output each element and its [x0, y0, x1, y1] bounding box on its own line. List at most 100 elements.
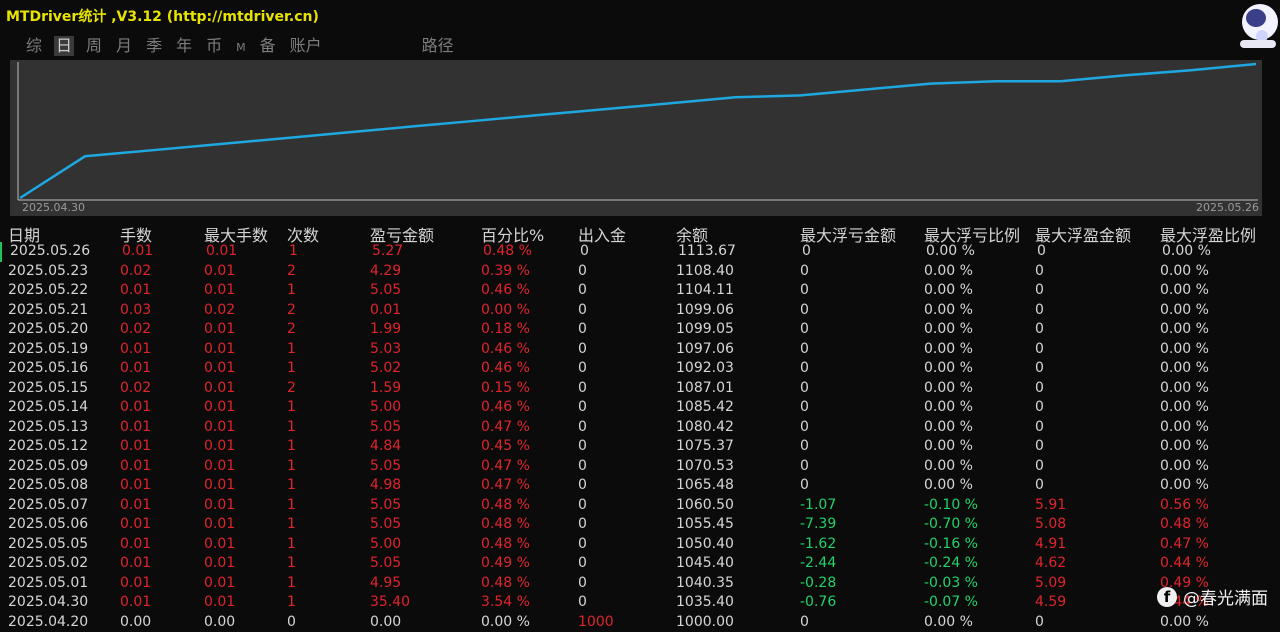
- table-row[interactable]: 2025.05.130.010.0115.050.47 %01080.4200.…: [0, 418, 1280, 438]
- table-cell: 5.05: [370, 516, 401, 532]
- table-cell: 1050.40: [676, 536, 734, 552]
- table-cell: 1099.06: [676, 302, 734, 318]
- table-cell: 2025.05.13: [8, 419, 88, 435]
- table-row[interactable]: 2025.05.190.010.0115.030.46 %01097.0600.…: [0, 340, 1280, 360]
- table-cell: 0.00 %: [924, 321, 973, 337]
- tab-4[interactable]: 季: [144, 36, 164, 56]
- table-cell: 0.01: [120, 282, 151, 298]
- table-row[interactable]: 2025.05.080.010.0114.980.47 %01065.4800.…: [0, 476, 1280, 496]
- table-cell: 2025.05.21: [8, 302, 88, 318]
- table-cell: 0.18 %: [481, 321, 530, 337]
- tab-6[interactable]: 币: [204, 36, 224, 56]
- table-cell: 0: [578, 360, 587, 376]
- tab-5[interactable]: 年: [174, 36, 194, 56]
- table-cell: 0.00 %: [926, 243, 975, 259]
- table-cell: 1080.42: [676, 419, 734, 435]
- table-cell: 2025.05.16: [8, 360, 88, 376]
- table-cell: 0: [578, 380, 587, 396]
- table-cell: 0.39 %: [481, 263, 530, 279]
- tab-9[interactable]: 账户: [288, 36, 324, 56]
- table-row[interactable]: 2025.05.070.010.0115.050.48 %01060.50-1.…: [0, 496, 1280, 516]
- table-row[interactable]: 2025.05.210.030.0220.010.00 %01099.0600.…: [0, 301, 1280, 321]
- table-cell: 0: [802, 243, 811, 259]
- table-row[interactable]: 2025.05.090.010.0115.050.47 %01070.5300.…: [0, 457, 1280, 477]
- table-cell: 5.05: [370, 458, 401, 474]
- tab-10[interactable]: 路径: [420, 36, 456, 56]
- table-cell: 0.00 %: [1160, 282, 1209, 298]
- table-cell: 1035.40: [676, 594, 734, 610]
- table-cell: 0: [800, 321, 809, 337]
- table-cell: 0.01: [120, 458, 151, 474]
- table-cell: 0: [800, 399, 809, 415]
- table-row[interactable]: 2025.05.160.010.0115.020.46 %01092.0300.…: [0, 359, 1280, 379]
- table-row[interactable]: 2025.05.220.010.0115.050.46 %01104.1100.…: [0, 281, 1280, 301]
- table-cell: 1: [287, 438, 296, 454]
- table-cell: 1: [287, 360, 296, 376]
- table-cell: 0.00 %: [481, 302, 530, 318]
- table-cell: -1.62: [800, 536, 836, 552]
- tab-8[interactable]: 备: [258, 36, 278, 56]
- table-row[interactable]: 2025.04.200.000.0000.000.00 %10001000.00…: [0, 613, 1280, 632]
- table-cell: 0: [578, 438, 587, 454]
- table-cell: 1: [287, 575, 296, 591]
- table-cell: 0.02: [120, 263, 151, 279]
- table-cell: 0.00 %: [1160, 321, 1209, 337]
- table-cell: 2025.05.15: [8, 380, 88, 396]
- table-cell: 0.00 %: [924, 282, 973, 298]
- table-row[interactable]: 2025.05.020.010.0115.050.49 %01045.40-2.…: [0, 554, 1280, 574]
- table-cell: 0.01: [120, 477, 151, 493]
- table-cell: 0.01: [120, 419, 151, 435]
- table-cell: 1065.48: [676, 477, 734, 493]
- table-row[interactable]: 2025.05.200.020.0121.990.18 %01099.0500.…: [0, 320, 1280, 340]
- watermark: f @春光满面: [1157, 584, 1268, 609]
- table-cell: 2025.05.22: [8, 282, 88, 298]
- table-cell: 1.99: [370, 321, 401, 337]
- table-cell: 0: [1035, 477, 1044, 493]
- table-cell: 0.01: [204, 438, 235, 454]
- table-cell: 0.47 %: [481, 458, 530, 474]
- table-row[interactable]: 2025.05.150.020.0121.590.15 %01087.0100.…: [0, 379, 1280, 399]
- table-cell: 0: [1035, 282, 1044, 298]
- table-row[interactable]: 2025.05.230.020.0124.290.39 %01108.4000.…: [0, 262, 1280, 282]
- table-row[interactable]: 2025.05.050.010.0115.000.48 %01050.40-1.…: [0, 535, 1280, 555]
- table-cell: 1: [287, 341, 296, 357]
- table-cell: 0: [578, 497, 587, 513]
- table-cell: 5.02: [370, 360, 401, 376]
- chart-start-date: 2025.04.30: [22, 201, 85, 214]
- table-cell: 0: [578, 341, 587, 357]
- table-cell: 2025.05.07: [8, 497, 88, 513]
- balance-line: [20, 64, 1256, 198]
- table-cell: 0.48 %: [481, 497, 530, 513]
- table-cell: 0: [1035, 614, 1044, 630]
- table-cell: 0: [578, 555, 587, 571]
- table-cell: 1000.00: [676, 614, 734, 630]
- tab-3[interactable]: 月: [114, 36, 134, 56]
- tab-0[interactable]: 综: [24, 36, 44, 56]
- table-row[interactable]: 2025.04.300.010.01135.403.54 %01035.40-0…: [0, 593, 1280, 613]
- table-cell: 0: [578, 477, 587, 493]
- table-cell: 0.01: [120, 594, 151, 610]
- table-row[interactable]: 2025.05.260.010.0115.270.48 %01113.6700.…: [0, 242, 1280, 262]
- table-cell: 2: [287, 302, 296, 318]
- tab-7[interactable]: M: [234, 38, 248, 56]
- table-cell: 0: [800, 438, 809, 454]
- table-row[interactable]: 2025.05.140.010.0115.000.46 %01085.4200.…: [0, 398, 1280, 418]
- table-cell: 5.08: [1035, 516, 1066, 532]
- table-cell: 5.05: [370, 419, 401, 435]
- table-row[interactable]: 2025.05.060.010.0115.050.48 %01055.45-7.…: [0, 515, 1280, 535]
- table-cell: 0.02: [120, 321, 151, 337]
- table-cell: 5.05: [370, 282, 401, 298]
- table-cell: 0: [578, 575, 587, 591]
- table-cell: 0.00 %: [1160, 380, 1209, 396]
- table-cell: 0.01: [120, 438, 151, 454]
- table-cell: 5.05: [370, 555, 401, 571]
- table-row[interactable]: 2025.05.010.010.0114.950.48 %01040.35-0.…: [0, 574, 1280, 594]
- table-cell: 0: [287, 614, 296, 630]
- table-cell: -0.70 %: [924, 516, 978, 532]
- table-row[interactable]: 2025.05.120.010.0114.840.45 %01075.3700.…: [0, 437, 1280, 457]
- table-cell: 0.01: [204, 380, 235, 396]
- table-cell: 0: [578, 321, 587, 337]
- tab-1[interactable]: 日: [54, 36, 74, 56]
- table-cell: 2025.05.12: [8, 438, 88, 454]
- tab-2[interactable]: 周: [84, 36, 104, 56]
